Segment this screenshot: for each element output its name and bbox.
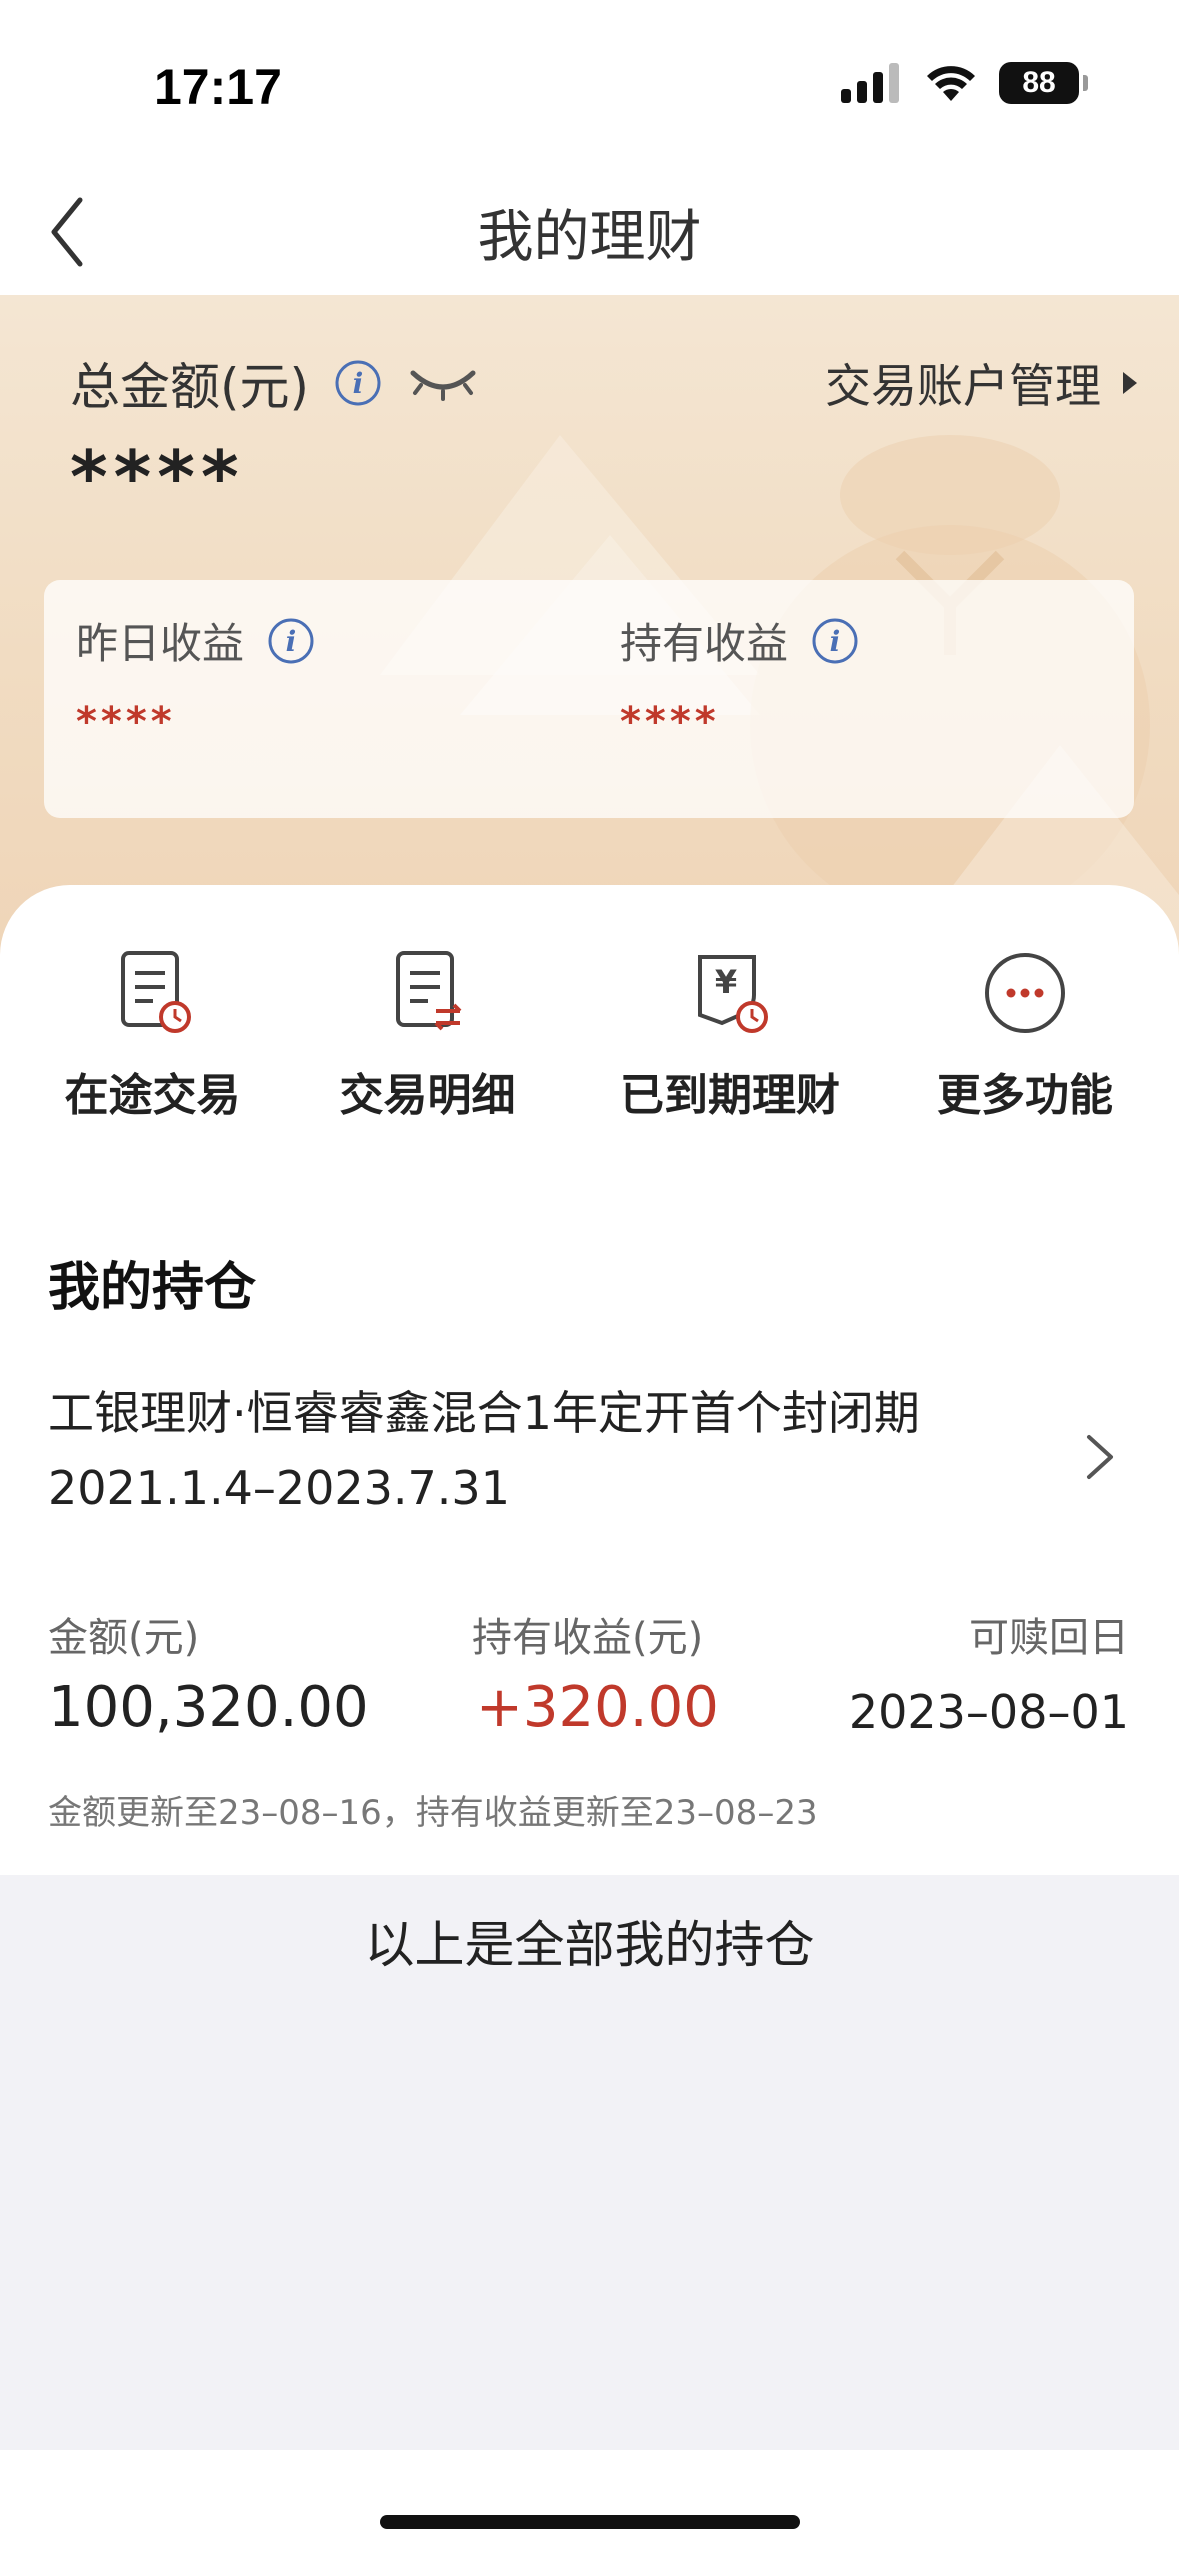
info-icon[interactable]: i — [810, 616, 860, 666]
yesterday-income-label: 昨日收益 — [76, 619, 245, 668]
nav-bar: 我的理财 — [0, 160, 1179, 295]
account-management-label: 交易账户管理 — [825, 359, 1101, 413]
holding-income-col-value: +320.00 — [476, 1675, 719, 1740]
page-title: 我的理财 — [477, 205, 702, 270]
redeem-date-label: 可赎回日 — [969, 1615, 1129, 1661]
action-transaction-details[interactable]: 交易明细 — [335, 945, 520, 1123]
yesterday-income-label-row: 昨日收益 i — [76, 610, 316, 671]
amount-value: 100,320.00 — [48, 1675, 369, 1740]
asset-summary: 总金额(元) i 交易账户管理 **** 昨日收益 i **** 持有收益 i … — [0, 295, 1179, 955]
caret-right-icon — [1123, 372, 1137, 394]
section-title: 我的持仓 — [48, 1258, 257, 1318]
product-period: 2021.1.4–2023.7.31 — [48, 1461, 510, 1515]
signal-icon — [841, 63, 899, 103]
holding-income-label: 持有收益 — [620, 619, 789, 668]
info-icon[interactable]: i — [333, 358, 383, 408]
redeem-date-value: 2023–08–01 — [848, 1685, 1129, 1739]
total-amount-label: 总金额(元) i — [70, 347, 479, 419]
product-name: 工银理财·恒睿睿鑫混合1年定开首个封闭期 — [48, 1386, 920, 1440]
holding-income: 持有收益 i **** — [620, 610, 860, 745]
document-transfer-icon — [395, 951, 461, 1031]
holding-income-col-label: 持有收益(元) — [472, 1615, 704, 1661]
bottom-area — [0, 2450, 1179, 2556]
product-row[interactable]: 工银理财·恒睿睿鑫混合1年定开首个封闭期 2021.1.4–2023.7.31 — [0, 1365, 1179, 1535]
account-management-link[interactable]: 交易账户管理 — [825, 350, 1139, 416]
document-clock-icon — [120, 951, 191, 1033]
income-card: 昨日收益 i **** 持有收益 i **** — [44, 580, 1134, 818]
home-indicator[interactable] — [380, 2515, 800, 2529]
quick-actions: 在途交易 交易明细 ¥ 已到期理财 更多功能 — [0, 885, 1179, 1185]
chevron-right-icon — [1087, 1435, 1113, 1479]
yesterday-income: 昨日收益 i **** — [76, 610, 316, 745]
yuan-clock-icon: ¥ — [698, 955, 768, 1033]
action-label: 已到期理财 — [620, 1070, 840, 1121]
holdings-section: 我的持仓 工银理财·恒睿睿鑫混合1年定开首个封闭期 2021.1.4–2023.… — [0, 1185, 1179, 1875]
update-note: 金额更新至23–08–16，持有收益更新至23–08–23 — [48, 1793, 818, 1833]
status-icons: 88 — [841, 62, 1088, 104]
action-matured[interactable]: ¥ 已到期理财 — [610, 945, 850, 1123]
amount-label: 金额(元) — [48, 1615, 200, 1661]
action-label: 在途交易 — [64, 1070, 241, 1121]
total-amount-label-text: 总金额(元) — [70, 358, 310, 416]
holding-income-label-row: 持有收益 i — [620, 610, 860, 671]
wifi-icon — [927, 66, 975, 101]
info-icon[interactable]: i — [266, 616, 316, 666]
holding-income-value: **** — [620, 699, 720, 745]
svg-text:¥: ¥ — [715, 963, 737, 1001]
action-label: 更多功能 — [937, 1070, 1113, 1121]
total-amount-value: **** — [70, 435, 245, 519]
status-time: 17:17 — [154, 59, 282, 115]
more-dots-icon — [985, 953, 1065, 1033]
action-in-transit[interactable]: 在途交易 — [60, 945, 245, 1123]
eye-closed-icon[interactable] — [407, 363, 479, 403]
end-of-list-note: 以上是全部我的持仓 — [364, 1916, 815, 1974]
action-more[interactable]: 更多功能 — [920, 945, 1130, 1123]
svg-text:i: i — [286, 625, 297, 658]
battery-icon: 88 — [999, 62, 1088, 104]
status-bar: 17:17 88 — [0, 0, 1179, 160]
yesterday-income-value: **** — [76, 699, 176, 745]
svg-text:i: i — [830, 625, 841, 658]
svg-text:i: i — [353, 367, 364, 400]
action-label: 交易明细 — [339, 1070, 516, 1121]
